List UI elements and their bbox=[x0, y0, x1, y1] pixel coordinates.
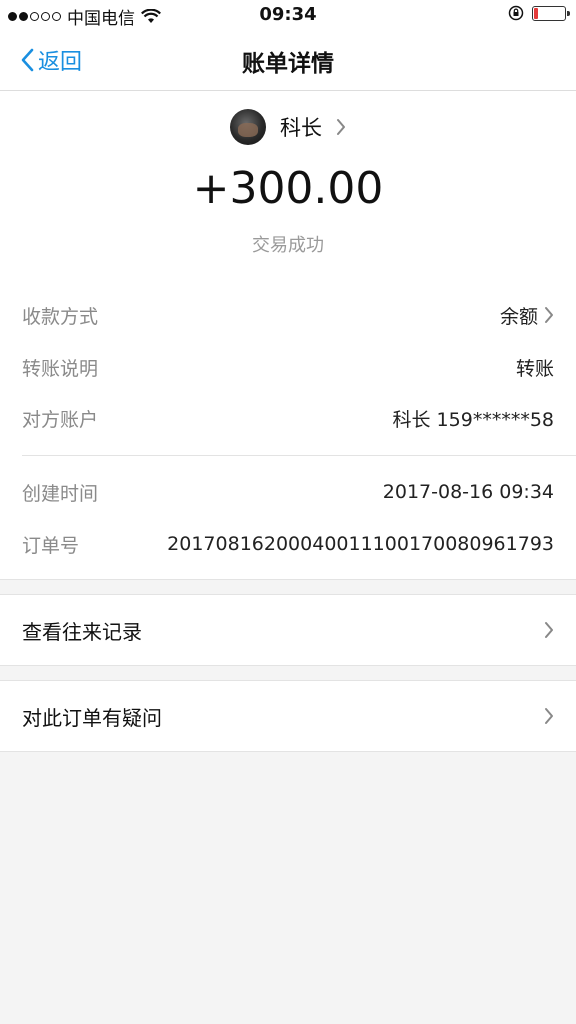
transaction-amount: +300.00 bbox=[192, 163, 384, 214]
detail-label: 订单号 bbox=[22, 534, 80, 557]
status-time: 09:34 bbox=[259, 4, 317, 25]
detail-value: 科长 159******58 bbox=[392, 408, 554, 431]
battery-level bbox=[534, 7, 538, 19]
page-title: 账单详情 bbox=[242, 51, 334, 77]
chevron-right-icon bbox=[545, 307, 553, 323]
avatar bbox=[230, 109, 266, 145]
chevron-right-icon bbox=[337, 119, 345, 135]
view-history-label: 查看往来记录 bbox=[22, 619, 142, 644]
detail-label: 创建时间 bbox=[22, 482, 99, 505]
payment-method-value: 余额 bbox=[499, 305, 538, 328]
detail-value: 2017-08-16 09:34 bbox=[382, 481, 554, 503]
payee-name: 科长 bbox=[280, 116, 322, 140]
detail-row-transfer-note: 转账说明 转账 bbox=[22, 352, 554, 382]
detail-row-payment-method[interactable]: 收款方式 余额 bbox=[22, 300, 554, 330]
chevron-right-icon bbox=[545, 708, 553, 724]
detail-value: 余额 bbox=[500, 302, 554, 329]
bill-detail-card: 科长 +300.00 交易成功 收款方式 余额 转账说明 转账 对方账户 科长 … bbox=[0, 91, 576, 580]
payee-link[interactable]: 科长 bbox=[0, 109, 576, 145]
status-right bbox=[508, 5, 570, 21]
detail-row-created-time: 创建时间 2017-08-16 09:34 bbox=[22, 477, 554, 507]
status-bar: 中国电信 09:34 bbox=[0, 0, 576, 30]
detail-label: 收款方式 bbox=[22, 305, 99, 328]
transaction-status: 交易成功 bbox=[252, 235, 324, 256]
detail-row-counterparty: 对方账户 科长 159******58 bbox=[22, 403, 554, 433]
battery-icon bbox=[532, 5, 570, 21]
detail-label: 对方账户 bbox=[22, 408, 99, 431]
view-history-button[interactable]: 查看往来记录 bbox=[0, 594, 576, 666]
detail-value: 转账 bbox=[515, 357, 554, 380]
nav-bar: 返回 账单详情 bbox=[0, 30, 576, 91]
detail-value: 20170816200040011100170080961793 bbox=[167, 533, 554, 555]
detail-label: 转账说明 bbox=[22, 357, 99, 380]
orientation-lock-icon bbox=[508, 5, 524, 21]
divider bbox=[22, 455, 576, 456]
chevron-right-icon bbox=[545, 622, 553, 638]
order-question-label: 对此订单有疑问 bbox=[22, 705, 162, 730]
order-question-button[interactable]: 对此订单有疑问 bbox=[0, 680, 576, 752]
detail-row-order-number: 订单号 20170816200040011100170080961793 bbox=[22, 529, 554, 559]
